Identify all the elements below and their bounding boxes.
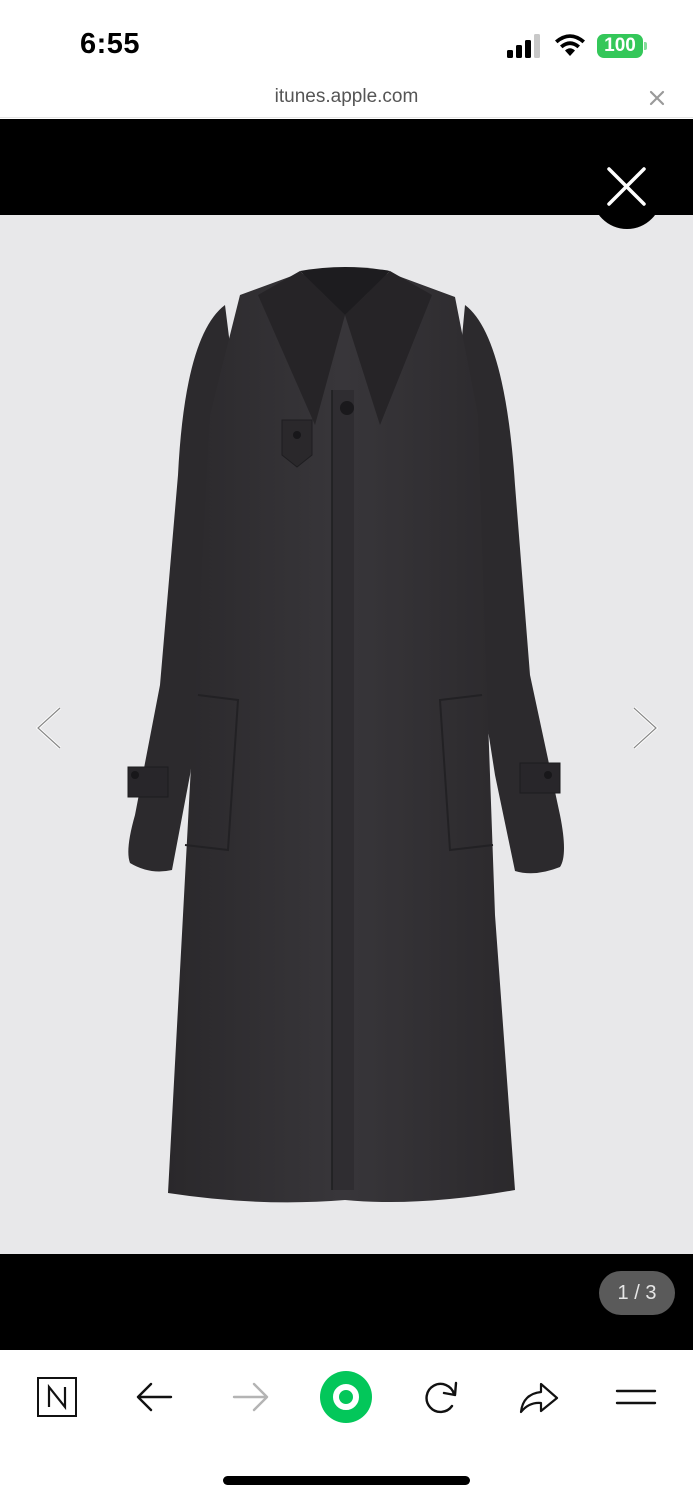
chevron-right-icon[interactable] [628, 704, 664, 752]
forward-button[interactable] [226, 1372, 276, 1422]
image-viewer: 1 / 3 [0, 119, 693, 1350]
chevron-left-icon[interactable] [30, 704, 66, 752]
battery-tip [644, 42, 647, 50]
cellular-signal-icon [507, 34, 540, 58]
naver-n-button[interactable] [32, 1372, 82, 1422]
viewer-close-button[interactable] [592, 159, 662, 229]
close-icon [607, 167, 646, 206]
arrow-back-icon [136, 1382, 173, 1412]
status-time: 6:55 [80, 28, 141, 60]
home-indicator [223, 1476, 470, 1485]
refresh-button[interactable] [416, 1372, 466, 1422]
home-button[interactable] [318, 1369, 374, 1425]
status-bar: 6:55 100 [0, 0, 693, 80]
battery-level: 100 [597, 34, 643, 58]
url-bar[interactable]: itunes.apple.com [0, 80, 693, 118]
share-button[interactable] [513, 1372, 563, 1422]
browser-toolbar [0, 1350, 693, 1500]
close-icon[interactable] [645, 86, 669, 110]
coat-image [127, 267, 564, 1203]
product-photo [0, 215, 693, 1254]
green-home-icon [320, 1371, 372, 1423]
naver-n-icon [37, 1377, 77, 1417]
menu-button[interactable] [611, 1372, 661, 1422]
arrow-forward-icon [232, 1382, 269, 1412]
image-counter: 1 / 3 [599, 1271, 675, 1315]
share-icon [519, 1382, 559, 1414]
back-button[interactable] [129, 1372, 179, 1422]
battery-icon: 100 [597, 34, 647, 58]
menu-icon [615, 1389, 657, 1405]
url-domain[interactable]: itunes.apple.com [0, 86, 693, 108]
wifi-icon [555, 34, 585, 56]
refresh-icon [425, 1381, 458, 1414]
